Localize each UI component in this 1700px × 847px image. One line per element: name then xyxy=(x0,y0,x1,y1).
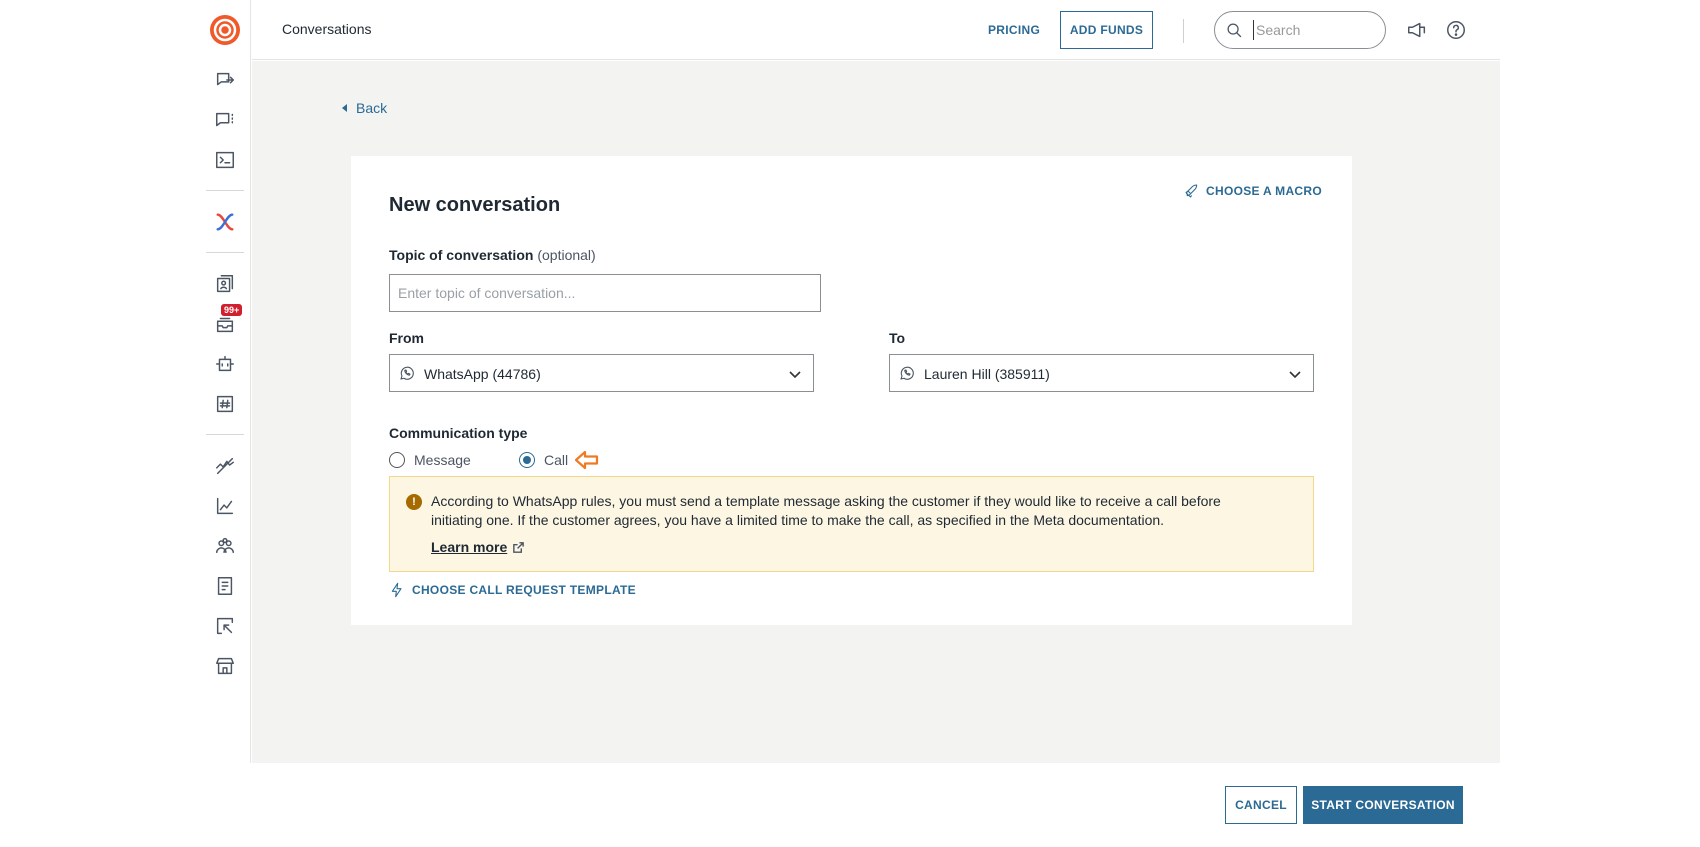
radio-option-message[interactable]: Message xyxy=(389,452,519,468)
brand-x-icon[interactable] xyxy=(211,208,239,236)
sidebar: 99+ xyxy=(0,0,251,847)
whatsapp-icon xyxy=(898,364,916,382)
choose-macro-label: CHOOSE A MACRO xyxy=(1206,184,1322,198)
back-label: Back xyxy=(356,100,388,116)
chevron-down-icon xyxy=(787,366,803,382)
topic-label: Topic of conversation (optional) xyxy=(389,247,596,263)
whatsapp-icon xyxy=(398,364,416,382)
announcements-icon[interactable] xyxy=(1406,19,1428,41)
top-header: Conversations PRICING ADD FUNDS xyxy=(252,0,1500,60)
learn-more-link[interactable]: Learn more xyxy=(431,539,525,555)
card-title: New conversation xyxy=(389,194,561,216)
sidebar-divider xyxy=(206,434,244,435)
chat-list-icon[interactable] xyxy=(211,106,239,134)
communication-type-group: Message Call xyxy=(389,449,600,471)
start-conversation-button[interactable]: START CONVERSATION xyxy=(1303,786,1463,824)
chevron-down-icon xyxy=(1287,366,1303,382)
rocket-icon xyxy=(1185,184,1198,198)
from-value: WhatsApp (44786) xyxy=(424,366,541,382)
app-root: 99+ Conversations PRICING ADD FUNDS Sear… xyxy=(0,0,1700,847)
learn-more-label: Learn more xyxy=(431,539,508,555)
topic-label-text: Topic of conversation xyxy=(389,247,534,263)
page-title: Conversations xyxy=(282,21,372,37)
call-radio-label: Call xyxy=(544,452,569,468)
send-message-icon[interactable] xyxy=(211,66,239,94)
header-divider xyxy=(1183,19,1184,43)
communication-type-label: Communication type xyxy=(389,425,528,441)
main-content: Back New conversation CHOOSE A MACRO Top… xyxy=(252,61,1500,763)
search-icon xyxy=(1227,23,1242,38)
whatsapp-call-warning: ! According to WhatsApp rules, you must … xyxy=(389,476,1314,572)
help-icon[interactable] xyxy=(1445,19,1467,41)
call-radio[interactable] xyxy=(519,452,535,468)
choose-template-label: CHOOSE CALL REQUEST TEMPLATE xyxy=(412,583,636,597)
back-link[interactable]: Back xyxy=(342,100,387,116)
sidebar-divider xyxy=(206,252,244,253)
from-label: From xyxy=(389,330,424,346)
to-select[interactable]: Lauren Hill (385911) xyxy=(889,354,1314,392)
radio-option-call[interactable]: Call xyxy=(519,452,568,468)
hashtag-icon[interactable] xyxy=(211,390,239,418)
to-label: To xyxy=(889,330,906,346)
bot-icon[interactable] xyxy=(211,350,239,378)
reports-icon[interactable] xyxy=(211,612,239,640)
lightning-icon xyxy=(391,582,402,598)
contacts-icon[interactable] xyxy=(211,270,239,298)
flows-icon[interactable] xyxy=(211,452,239,480)
action-footer: CANCEL START CONVERSATION xyxy=(250,763,1500,847)
terminal-icon[interactable] xyxy=(211,146,239,174)
back-arrow-icon xyxy=(342,104,347,112)
to-value: Lauren Hill (385911) xyxy=(924,366,1050,382)
search-input[interactable] xyxy=(1253,20,1373,40)
docs-icon[interactable] xyxy=(211,572,239,600)
cancel-button[interactable]: CANCEL xyxy=(1225,786,1297,824)
search-box[interactable] xyxy=(1214,11,1386,49)
message-radio[interactable] xyxy=(389,452,405,468)
topic-optional-text: (optional) xyxy=(537,247,596,263)
choose-call-request-template-link[interactable]: CHOOSE CALL REQUEST TEMPLATE xyxy=(389,582,636,598)
from-select[interactable]: WhatsApp (44786) xyxy=(389,354,814,392)
new-conversation-card: New conversation CHOOSE A MACRO Topic of… xyxy=(351,156,1352,625)
brand-logo-icon[interactable] xyxy=(209,14,241,46)
sidebar-divider xyxy=(206,190,244,191)
annotation-arrow-icon xyxy=(574,449,600,471)
topic-input[interactable] xyxy=(389,274,821,312)
notification-badge: 99+ xyxy=(221,304,243,316)
message-radio-label: Message xyxy=(414,452,471,468)
warning-text: According to WhatsApp rules, you must se… xyxy=(431,493,1221,528)
external-link-icon xyxy=(513,541,525,553)
add-funds-button[interactable]: ADD FUNDS xyxy=(1060,11,1153,49)
people-icon[interactable] xyxy=(211,532,239,560)
store-icon[interactable] xyxy=(211,652,239,680)
pricing-link[interactable]: PRICING xyxy=(988,23,1040,37)
choose-macro-link[interactable]: CHOOSE A MACRO xyxy=(1184,183,1322,199)
warning-icon: ! xyxy=(406,494,422,510)
analytics-icon[interactable] xyxy=(211,492,239,520)
